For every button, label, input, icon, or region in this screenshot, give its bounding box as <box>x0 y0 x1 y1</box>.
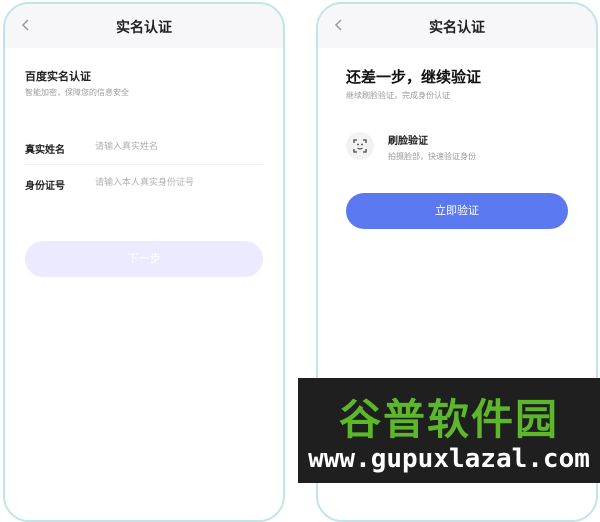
verify-title: 还差一步，继续验证 <box>346 68 482 86</box>
name-field: 真实姓名 <box>25 131 263 165</box>
id-number-field: 身份证号 <box>25 167 263 201</box>
id-number-label: 身份证号 <box>25 181 65 192</box>
page-title: 实名认证 <box>429 20 485 36</box>
section-subtitle: 智能加密，保障您的信息安全 <box>25 88 129 97</box>
watermark-banner: 谷普软件园 www.gupuxlazal.com <box>298 378 600 483</box>
name-label: 真实姓名 <box>25 145 65 156</box>
navbar: 实名认证 <box>318 4 596 48</box>
id-number-input[interactable] <box>95 173 263 193</box>
watermark-url: www.gupuxlazal.com <box>308 444 590 474</box>
face-scan-icon <box>346 132 374 160</box>
watermark-logo-text: 谷普软件园 <box>338 395 559 444</box>
name-input[interactable] <box>95 137 263 157</box>
section-title: 百度实名认证 <box>25 70 91 83</box>
face-verify-subtitle: 拍摄脸部，快速验证身份 <box>388 152 476 161</box>
navbar: 实名认证 <box>5 4 283 48</box>
next-button[interactable]: 下一步 <box>25 241 263 277</box>
page-title: 实名认证 <box>116 20 172 36</box>
verify-subtitle: 继续刷脸验证，完成身份认证 <box>346 91 450 100</box>
verify-now-button[interactable]: 立即验证 <box>346 193 568 229</box>
face-verify-title: 刷脸验证 <box>388 136 428 147</box>
left-screen: 实名认证 百度实名认证 智能加密，保障您的信息安全 真实姓名 身份证号 下一步 <box>3 2 285 522</box>
